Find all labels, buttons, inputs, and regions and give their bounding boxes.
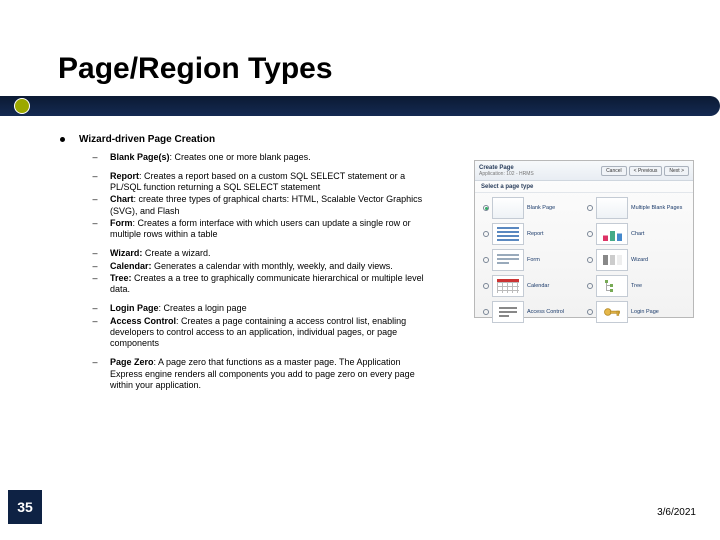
option-label: Login Page: [631, 309, 659, 315]
dash-icon: –: [92, 303, 98, 314]
thumb-header: Create Page Application: 102 - HRMS Canc…: [475, 161, 693, 181]
bullet-group: – Report: Creates a report based on a cus…: [60, 171, 430, 241]
thumb-next-button: Next >: [664, 166, 689, 176]
option-icon: [492, 223, 524, 245]
option-label: Blank Page: [527, 205, 555, 211]
option-label: Multiple Blank Pages: [631, 205, 682, 211]
radio-icon: [483, 309, 489, 315]
thumb-grid: Blank Page Multiple Blank Pages Report Char…: [475, 193, 693, 327]
radio-icon: [483, 257, 489, 263]
list-item-text: Tree: Creates a a tree to graphically co…: [110, 273, 430, 296]
dash-icon: –: [92, 261, 98, 272]
list-item-text: Calendar: Generates a calendar with mont…: [110, 261, 430, 272]
radio-icon: [587, 309, 593, 315]
slide-number: 35: [8, 490, 42, 524]
wizard-thumbnail: Create Page Application: 102 - HRMS Canc…: [474, 160, 694, 318]
list-item-text: Report: Creates a report based on a cust…: [110, 171, 430, 194]
list-item: – Wizard: Create a wizard.: [92, 248, 430, 259]
dash-icon: –: [92, 218, 98, 229]
option-icon: [492, 301, 524, 323]
radio-icon: [587, 231, 593, 237]
list-item: – Access Control: Creates a page containi…: [92, 316, 430, 350]
dash-icon: –: [92, 194, 98, 205]
radio-icon: [587, 257, 593, 263]
heading-text: Wizard-driven Page Creation: [79, 134, 215, 147]
option-icon: [492, 249, 524, 271]
slide-date: 3/6/2021: [657, 507, 696, 518]
list-item: – Login Page: Creates a login page: [92, 303, 430, 314]
bullet-group: – Page Zero: A page zero that functions a…: [60, 357, 430, 391]
thumb-option: Wizard: [587, 249, 685, 271]
thumb-option: Access Control: [483, 301, 581, 323]
radio-icon: [587, 283, 593, 289]
list-item-text: Wizard: Create a wizard.: [110, 248, 430, 259]
list-item-text: Blank Page(s): Creates one or more blank…: [110, 152, 430, 163]
option-label: Calendar: [527, 283, 549, 289]
list-item: – Form: Creates a form interface with whi…: [92, 218, 430, 241]
dash-icon: –: [92, 316, 98, 327]
option-label: Wizard: [631, 257, 648, 263]
option-icon: [596, 223, 628, 245]
radio-icon: [483, 283, 489, 289]
list-item-text: Form: Creates a form interface with whic…: [110, 218, 430, 241]
thumb-option: Chart: [587, 223, 685, 245]
option-icon: [492, 275, 524, 297]
option-label: Chart: [631, 231, 644, 237]
dash-icon: –: [92, 248, 98, 259]
thumb-option: Tree: [587, 275, 685, 297]
option-label: Access Control: [527, 309, 564, 315]
list-item: – Chart: create three types of graphical …: [92, 194, 430, 217]
thumb-prev-button: < Previous: [629, 166, 663, 176]
radio-icon: [483, 231, 489, 237]
list-item-text: Login Page: Creates a login page: [110, 303, 430, 314]
option-label: Form: [527, 257, 540, 263]
list-item-text: Page Zero: A page zero that functions as…: [110, 357, 430, 391]
heading-row: Wizard-driven Page Creation: [60, 134, 430, 147]
list-item: – Report: Creates a report based on a cus…: [92, 171, 430, 194]
content-area: Wizard-driven Page Creation – Blank Page(…: [60, 134, 430, 399]
bullet-group: – Login Page: Creates a login page – Access…: [60, 303, 430, 349]
option-icon: [596, 301, 628, 323]
option-icon: [492, 197, 524, 219]
thumb-option: Calendar: [483, 275, 581, 297]
thumb-buttons: Cancel < Previous Next >: [601, 166, 689, 176]
list-item: – Page Zero: A page zero that functions a…: [92, 357, 430, 391]
bullet-icon: [60, 137, 65, 142]
thumb-option: Multiple Blank Pages: [587, 197, 685, 219]
list-item: – Tree: Creates a a tree to graphically c…: [92, 273, 430, 296]
dash-icon: –: [92, 171, 98, 182]
dash-icon: –: [92, 152, 98, 163]
accent-circle: [14, 98, 30, 114]
bullet-group: – Wizard: Create a wizard. – Calendar: Gene…: [60, 248, 430, 295]
title-band: [0, 96, 720, 116]
radio-icon: [483, 205, 489, 211]
thumb-app-label: Application: 102 - HRMS: [479, 171, 534, 177]
option-label: Tree: [631, 283, 642, 289]
list-item: – Blank Page(s): Creates one or more blan…: [92, 152, 430, 163]
option-label: Report: [527, 231, 544, 237]
thumb-option: Form: [483, 249, 581, 271]
option-icon: [596, 197, 628, 219]
dash-icon: –: [92, 273, 98, 284]
dash-icon: –: [92, 357, 98, 368]
list-item-text: Access Control: Creates a page containin…: [110, 316, 430, 350]
list-item-text: Chart: create three types of graphical c…: [110, 194, 430, 217]
option-icon: [596, 275, 628, 297]
thumb-option: Blank Page: [483, 197, 581, 219]
thumb-subtitle: Select a page type: [475, 181, 693, 193]
slide-title: Page/Region Types: [58, 52, 333, 86]
radio-icon: [587, 205, 593, 211]
option-icon: [596, 249, 628, 271]
list-item: – Calendar: Generates a calendar with mon…: [92, 261, 430, 272]
thumb-cancel-button: Cancel: [601, 166, 627, 176]
bullet-group: – Blank Page(s): Creates one or more blan…: [60, 152, 430, 163]
thumb-option: Report: [483, 223, 581, 245]
thumb-option: Login Page: [587, 301, 685, 323]
